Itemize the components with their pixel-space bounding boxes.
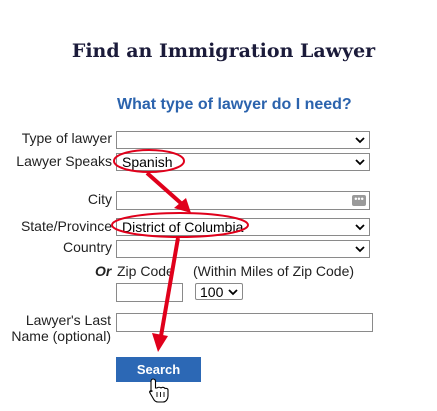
city-input[interactable]: ••• xyxy=(116,191,370,210)
hand-cursor-icon xyxy=(149,378,169,403)
page-title: Find an Immigration Lawyer xyxy=(71,40,376,62)
zip-code-label: Zip Code xyxy=(117,263,174,279)
chevron-down-icon xyxy=(355,224,365,231)
country-label: Country xyxy=(62,239,112,255)
state-province-select[interactable]: District of Columbia xyxy=(116,218,370,236)
state-province-value: District of Columbia xyxy=(122,219,244,235)
last-name-label: Lawyer's Last Name (optional) xyxy=(11,312,111,344)
last-name-label-line2: Name (optional) xyxy=(11,328,111,344)
more-options-icon[interactable]: ••• xyxy=(352,195,366,206)
miles-select[interactable]: 100 xyxy=(195,283,243,300)
chevron-down-icon xyxy=(355,159,365,166)
city-label: City xyxy=(87,191,112,207)
type-of-lawyer-label: Type of lawyer xyxy=(21,130,112,146)
chevron-down-icon xyxy=(355,137,365,144)
last-name-label-line1: Lawyer's Last xyxy=(25,312,111,328)
zip-code-input[interactable] xyxy=(116,283,183,302)
lawyer-speaks-value: Spanish xyxy=(122,154,173,170)
search-button[interactable]: Search xyxy=(116,357,201,382)
last-name-input[interactable] xyxy=(116,313,373,332)
form-subtitle-link[interactable]: What type of lawyer do I need? xyxy=(117,96,352,114)
miles-label: (Within Miles of Zip Code) xyxy=(193,263,355,279)
lawyer-speaks-label: Lawyer Speaks xyxy=(16,153,112,169)
chevron-down-icon xyxy=(228,289,238,296)
state-province-label: State/Province xyxy=(20,218,112,234)
country-select[interactable] xyxy=(116,240,370,258)
arrow-head-icon xyxy=(152,333,168,352)
chevron-down-icon xyxy=(355,246,365,253)
miles-value: 100 xyxy=(200,284,224,300)
type-of-lawyer-select[interactable] xyxy=(116,131,370,149)
or-label: Or xyxy=(95,263,112,279)
lawyer-speaks-select[interactable]: Spanish xyxy=(116,153,370,171)
